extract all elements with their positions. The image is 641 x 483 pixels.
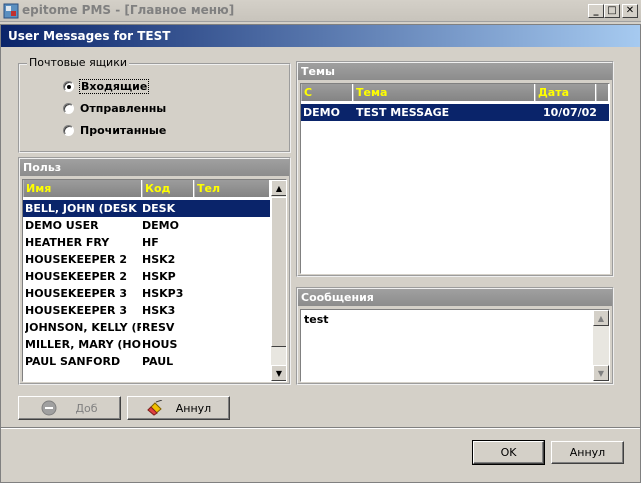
column-header-code[interactable]: Код: [142, 180, 194, 197]
user-code: RESV: [142, 321, 175, 334]
user-row[interactable]: HOUSEKEEPER 2 HSK2: [23, 251, 270, 268]
users-panel: Польз Имя Код Тел BELL, JOHN (DESK CLDES…: [18, 157, 291, 385]
user-code: HOUS: [142, 338, 178, 351]
user-name: HOUSEKEEPER 2: [25, 270, 128, 283]
users-list[interactable]: Имя Код Тел BELL, JOHN (DESK CLDESKDEMO …: [22, 179, 287, 382]
users-grid-header: Имя Код Тел: [23, 180, 270, 197]
user-row[interactable]: JOHNSON, KELLY (RESRESV: [23, 319, 270, 336]
topic-subject: TEST MESSAGE: [356, 106, 450, 119]
radio-button-on[interactable]: [63, 81, 74, 92]
radio-button-off[interactable]: [63, 103, 74, 114]
column-header-date[interactable]: Дата: [535, 84, 596, 101]
column-header-from[interactable]: С: [301, 84, 353, 101]
topics-panel: Темы С Тема Дата DEMO TEST MESSAGE 10/07…: [296, 61, 614, 277]
topics-list[interactable]: С Тема Дата DEMO TEST MESSAGE 10/07/02: [300, 83, 610, 274]
user-code: DEMO: [142, 219, 179, 232]
cancel-small-button[interactable]: Аннул: [127, 396, 230, 420]
messages-panel-header: Сообщения: [298, 289, 612, 306]
app-icon: [3, 3, 19, 19]
scroll-down-icon[interactable]: ▼: [593, 365, 609, 381]
add-button-label: Доб: [75, 401, 98, 415]
scroll-thumb[interactable]: [271, 197, 286, 347]
user-row[interactable]: HOUSEKEEPER 3 HSK3: [23, 302, 270, 319]
outer-title-bar[interactable]: epitome PMS - [Главное меню] _ □ ✕: [0, 0, 641, 22]
user-row[interactable]: HOUSEKEEPER 3 HSKP3: [23, 285, 270, 302]
user-name: BELL, JOHN (DESK CL: [25, 202, 141, 215]
user-code: HSK2: [142, 253, 176, 266]
user-name: HOUSEKEEPER 3: [25, 304, 128, 317]
outer-window-title: epitome PMS - [Главное меню]: [22, 3, 235, 17]
topic-from: DEMO: [303, 106, 340, 119]
users-scrollbar[interactable]: ▲ ▼: [271, 180, 286, 381]
topics-grid-header: С Тема Дата: [301, 84, 609, 101]
dialog-title: User Messages for TEST: [1, 25, 640, 47]
user-code: HSKP: [142, 270, 176, 283]
user-code: DESK: [142, 202, 176, 215]
user-name: HEATHER FRY: [25, 236, 110, 249]
users-rows: BELL, JOHN (DESK CLDESK DEMO USER DEMO HEAT…: [23, 200, 270, 381]
user-row[interactable]: PAUL SANFORD PAUL: [23, 353, 270, 370]
ok-button[interactable]: OK: [472, 440, 545, 465]
radio-inbox[interactable]: Входящие: [63, 79, 173, 95]
user-row[interactable]: BELL, JOHN (DESK CLDESK: [23, 200, 270, 217]
radio-button-off[interactable]: [63, 125, 74, 136]
column-header-tel[interactable]: Тел: [194, 180, 270, 197]
maximize-icon[interactable]: □: [604, 4, 620, 18]
user-name: MILLER, MARY (HOUS: [25, 338, 141, 351]
eraser-icon: [147, 400, 162, 416]
scroll-up-icon[interactable]: ▲: [593, 310, 609, 326]
topic-row[interactable]: DEMO TEST MESSAGE 10/07/02: [301, 104, 609, 121]
topics-panel-header: Темы: [298, 63, 612, 80]
user-messages-dialog: User Messages for TEST Почтовые ящики Вх…: [0, 24, 641, 483]
user-row[interactable]: MILLER, MARY (HOUSHOUS: [23, 336, 270, 353]
user-name: JOHNSON, KELLY (RES: [25, 321, 141, 334]
user-code: HSK3: [142, 304, 176, 317]
messages-panel: Сообщения test ▲ ▼: [296, 287, 614, 385]
message-text-area[interactable]: test ▲ ▼: [300, 309, 610, 382]
separator: [1, 427, 640, 429]
radio-inbox-label: Входящие: [78, 79, 150, 94]
user-name: HOUSEKEEPER 2: [25, 253, 128, 266]
message-scrollbar[interactable]: ▲ ▼: [593, 310, 609, 381]
radio-read-label: Прочитанные: [80, 124, 167, 137]
column-header-name[interactable]: Имя: [23, 180, 142, 197]
close-icon[interactable]: ✕: [622, 4, 638, 18]
column-header-subject[interactable]: Тема: [353, 84, 535, 101]
message-text: test: [304, 313, 329, 326]
scroll-down-icon[interactable]: ▼: [271, 365, 286, 381]
user-name: DEMO USER: [25, 219, 99, 232]
minimize-icon[interactable]: _: [588, 4, 604, 18]
cancel-small-button-label: Аннул: [175, 401, 212, 415]
user-name: HOUSEKEEPER 3: [25, 287, 128, 300]
radio-sent[interactable]: Отправленны: [63, 101, 183, 117]
user-row[interactable]: DEMO USER DEMO: [23, 217, 270, 234]
user-code: HSKP3: [142, 287, 184, 300]
no-entry-icon: [41, 400, 57, 416]
user-code: PAUL: [142, 355, 174, 368]
user-code: HF: [142, 236, 159, 249]
scroll-up-icon[interactable]: ▲: [271, 180, 286, 196]
column-header-extra: [596, 84, 609, 101]
user-row[interactable]: HOUSEKEEPER 2 HSKP: [23, 268, 270, 285]
add-button[interactable]: Доб: [18, 396, 121, 420]
user-row[interactable]: HEATHER FRY HF: [23, 234, 270, 251]
users-panel-header: Польз: [20, 159, 289, 176]
mailboxes-legend: Почтовые ящики: [27, 56, 129, 69]
topic-date: 10/07/02: [543, 106, 597, 119]
cancel-button[interactable]: Аннул: [551, 441, 624, 464]
radio-read[interactable]: Прочитанные: [63, 123, 183, 139]
user-name: PAUL SANFORD: [25, 355, 121, 368]
radio-sent-label: Отправленны: [80, 102, 167, 115]
